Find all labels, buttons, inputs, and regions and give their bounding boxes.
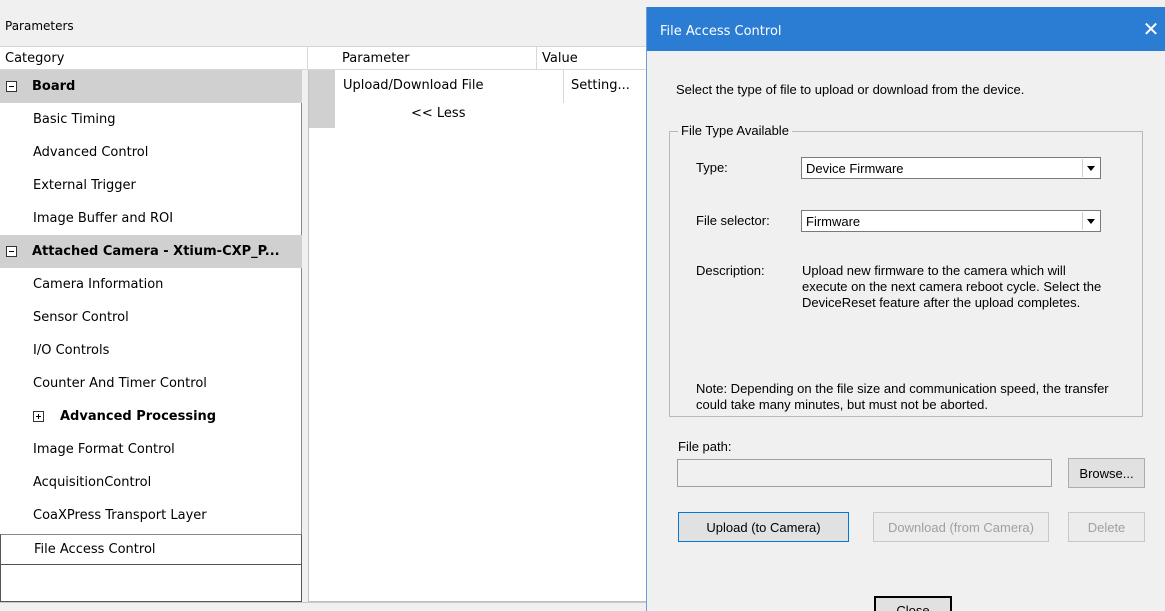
dialog-title: File Access Control bbox=[660, 24, 782, 39]
file-selector-dropdown[interactable]: Firmware bbox=[801, 210, 1101, 232]
transfer-note: Note: Depending on the file size and com… bbox=[696, 381, 1109, 412]
parameters-window: Parameters Category Parameter Value Boar… bbox=[0, 0, 660, 611]
category-item-coaxpress-transport[interactable]: CoaXPress Transport Layer bbox=[0, 499, 302, 532]
file-selector-label: File selector: bbox=[696, 213, 770, 228]
group-title: File Type Available bbox=[678, 123, 792, 138]
browse-button[interactable]: Browse... bbox=[1068, 458, 1145, 488]
file-path-input[interactable] bbox=[677, 459, 1052, 487]
parameter-grid: Upload/Download File Setting... << Less bbox=[308, 70, 660, 602]
status-strip bbox=[0, 602, 660, 611]
expand-icon[interactable] bbox=[33, 411, 44, 422]
parameter-value[interactable]: Setting... bbox=[571, 78, 630, 93]
parameter-name: Upload/Download File bbox=[343, 78, 484, 93]
category-item-image-buffer-roi[interactable]: Image Buffer and ROI bbox=[0, 202, 302, 235]
category-item-camera-information[interactable]: Camera Information bbox=[0, 268, 302, 301]
column-divider bbox=[563, 70, 564, 103]
category-list: Board Basic Timing Advanced Control Exte… bbox=[0, 70, 302, 534]
dialog-intro-text: Select the type of file to upload or dow… bbox=[676, 82, 1025, 97]
download-button[interactable]: Download (from Camera) bbox=[873, 512, 1049, 542]
category-item-advanced-control[interactable]: Advanced Control bbox=[0, 136, 302, 169]
type-label: Type: bbox=[696, 160, 728, 175]
collapse-icon[interactable] bbox=[6, 246, 17, 257]
parameter-column-header[interactable]: Parameter bbox=[308, 47, 537, 70]
type-dropdown[interactable]: Device Firmware bbox=[801, 157, 1101, 179]
category-item-basic-timing[interactable]: Basic Timing bbox=[0, 103, 302, 136]
close-button[interactable]: Close bbox=[874, 596, 952, 611]
category-item-sensor-control[interactable]: Sensor Control bbox=[0, 301, 302, 334]
chevron-down-icon[interactable] bbox=[1082, 212, 1099, 230]
delete-button[interactable]: Delete bbox=[1068, 512, 1145, 542]
collapse-icon[interactable] bbox=[6, 81, 17, 92]
category-item-advanced-processing[interactable]: Advanced Processing bbox=[0, 400, 302, 433]
description-label: Description: bbox=[696, 263, 765, 278]
category-item-io-controls[interactable]: I/O Controls bbox=[0, 334, 302, 367]
chevron-down-icon[interactable] bbox=[1082, 159, 1099, 177]
file-access-control-dialog: File Access Control ✕ Select the type of… bbox=[646, 7, 1165, 611]
close-icon[interactable]: ✕ bbox=[1136, 14, 1165, 44]
upload-button[interactable]: Upload (to Camera) bbox=[678, 512, 849, 542]
file-path-label: File path: bbox=[678, 439, 732, 454]
parameters-title: Parameters bbox=[5, 19, 74, 33]
description-text: Upload new firmware to the camera which … bbox=[802, 263, 1102, 310]
category-item-counter-timer[interactable]: Counter And Timer Control bbox=[0, 367, 302, 400]
category-item-file-access-control[interactable]: File Access Control bbox=[1, 535, 301, 565]
parameters-titlebar: Parameters bbox=[0, 7, 660, 47]
parameter-row-upload-download[interactable]: Upload/Download File Setting... bbox=[335, 70, 661, 103]
category-item-external-trigger[interactable]: External Trigger bbox=[0, 169, 302, 202]
category-group-attached-camera[interactable]: Attached Camera - Xtium-CXP_P... bbox=[0, 235, 302, 268]
category-column-header[interactable]: Category bbox=[0, 47, 308, 70]
row-gutter bbox=[309, 70, 335, 128]
dialog-titlebar: File Access Control ✕ bbox=[647, 7, 1165, 51]
category-group-board[interactable]: Board bbox=[0, 70, 302, 103]
less-link[interactable]: << Less bbox=[411, 106, 465, 121]
category-item-acquisition-control[interactable]: AcquisitionControl bbox=[0, 466, 302, 499]
value-column-header[interactable]: Value bbox=[537, 47, 660, 70]
category-item-image-format[interactable]: Image Format Control bbox=[0, 433, 302, 466]
selected-category-panel: File Access Control bbox=[0, 534, 302, 602]
